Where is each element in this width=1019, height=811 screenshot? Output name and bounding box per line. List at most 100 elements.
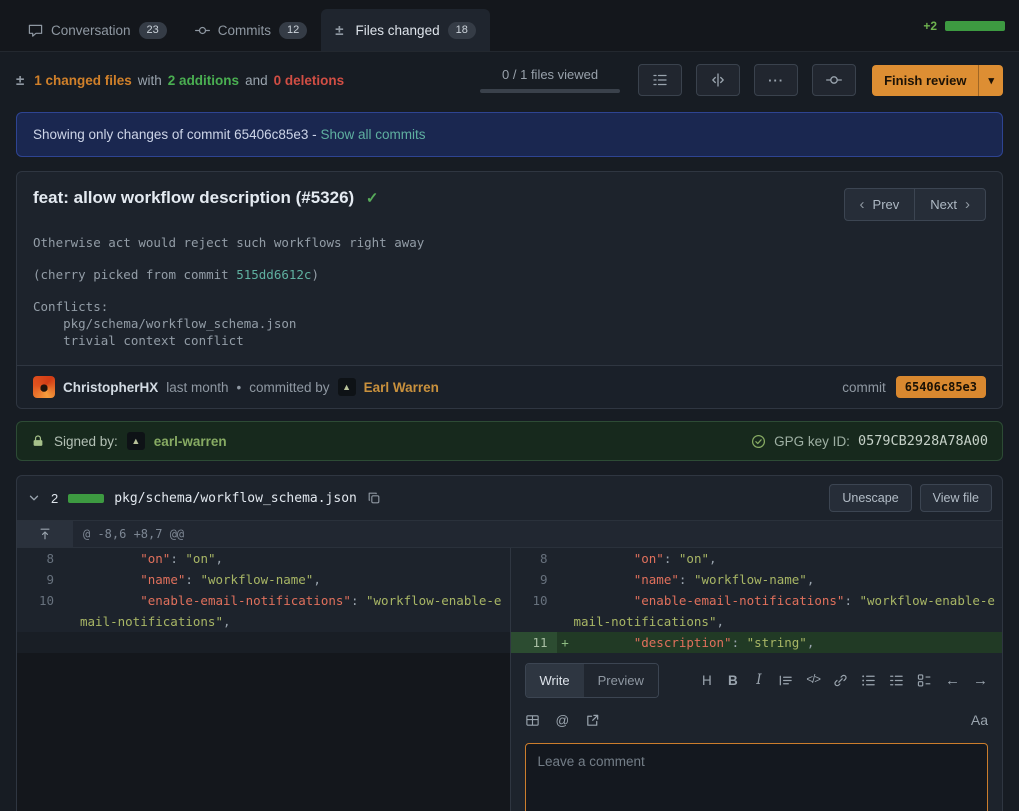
signer-avatar[interactable]: ▲ xyxy=(127,432,145,450)
tab-write[interactable]: Write xyxy=(526,664,584,697)
right-line-number[interactable]: 9 xyxy=(511,569,557,590)
diff-file-icon: ± xyxy=(335,22,343,39)
cherry-pick-line: (cherry picked from commit 515dd6612c) xyxy=(33,267,986,284)
added-sign: + xyxy=(557,632,574,653)
diff-bottom-row: Write Preview H B I </> xyxy=(17,653,1002,811)
table-icon[interactable] xyxy=(525,713,540,728)
tab-preview[interactable]: Preview xyxy=(584,664,658,697)
commit-sha-badge[interactable]: 65406c85e3 xyxy=(896,376,986,398)
changed-files-icon: ± xyxy=(16,72,24,89)
finish-review-label: Finish review xyxy=(872,65,978,96)
single-commit-banner: Showing only changes of commit 65406c85e… xyxy=(16,112,1003,157)
cherry-pick-hash-link[interactable]: 515dd6612c xyxy=(236,267,311,282)
mention-icon[interactable]: @ xyxy=(556,710,570,731)
tab-files-changed[interactable]: ± Files changed 18 xyxy=(321,9,490,51)
editor-toolbar: Write Preview H B I </> xyxy=(525,663,989,698)
reference-icon[interactable] xyxy=(585,713,600,728)
unescape-button[interactable]: Unescape xyxy=(829,484,911,512)
file-tree-toggle-button[interactable] xyxy=(638,64,682,96)
diff-file-box: 2 pkg/schema/workflow_schema.json Unesca… xyxy=(16,475,1003,811)
diff-right-cell: 10 "enable-email-notifications": "workfl… xyxy=(510,590,1003,632)
commit-ref-group: commit 65406c85e3 xyxy=(842,376,986,398)
next-label: Next xyxy=(930,197,957,212)
right-line-number[interactable]: 8 xyxy=(511,548,557,569)
expand-hunk-button[interactable] xyxy=(17,521,73,547)
hunk-header-text: @ -8,6 +8,7 @@ xyxy=(73,521,194,547)
finish-review-button[interactable]: Finish review ▾ xyxy=(872,65,1003,96)
view-file-button[interactable]: View file xyxy=(920,484,992,512)
changed-files-link[interactable]: 1 changed files xyxy=(34,73,132,88)
link-icon[interactable] xyxy=(833,673,848,688)
prev-commit-button[interactable]: ‹ Prev xyxy=(844,188,916,221)
diff-view-toggle-button[interactable] xyxy=(696,64,740,96)
file-action-buttons: Unescape View file xyxy=(829,484,992,512)
file-diff-stat-bar xyxy=(68,494,104,503)
committer-avatar[interactable]: ▲ xyxy=(338,378,356,396)
additions-text: 2 additions xyxy=(168,73,239,88)
files-viewed-label: 0 / 1 files viewed xyxy=(502,67,598,82)
bold-icon[interactable]: B xyxy=(726,670,739,691)
font-size-toggle[interactable]: Aa xyxy=(971,710,988,731)
right-line-number[interactable]: 10 xyxy=(511,590,557,632)
left-code-line: "enable-email-notifications": "workflow-… xyxy=(80,590,510,632)
author-name[interactable]: ChristopherHX xyxy=(63,380,158,395)
signer-name-link[interactable]: earl-warren xyxy=(154,434,227,449)
author-avatar[interactable] xyxy=(33,376,55,398)
next-commit-button[interactable]: Next › xyxy=(914,188,986,221)
left-line-number[interactable]: 9 xyxy=(17,569,63,590)
right-code-line: "name": "workflow-name", xyxy=(574,569,1003,590)
heading-icon[interactable]: H xyxy=(700,670,713,691)
pr-tab-bar: Conversation 23 Commits 12 ± Files chang… xyxy=(0,0,1019,52)
chevron-left-icon: ‹ xyxy=(860,196,865,213)
signed-by-label: Signed by: xyxy=(54,434,118,449)
dot-separator: • xyxy=(237,380,242,395)
task-list-icon[interactable] xyxy=(917,673,932,688)
commit-message-box: feat: allow workflow description (#5326)… xyxy=(16,171,1003,409)
diff-right-added-cell: 11 + "description": "string", xyxy=(510,632,1003,653)
left-line-number[interactable]: 10 xyxy=(17,590,63,632)
conversation-icon xyxy=(28,23,43,38)
ci-success-check-icon[interactable]: ✓ xyxy=(366,190,379,207)
conflicts-block: Conflicts: pkg/schema/workflow_schema.js… xyxy=(33,299,986,350)
cherry-pick-prefix: (cherry picked from commit xyxy=(33,267,236,282)
right-line-number[interactable]: 11 xyxy=(511,632,557,653)
conversation-count-badge: 23 xyxy=(139,22,167,39)
tab-files-changed-label: Files changed xyxy=(356,23,440,38)
commit-body-line: Otherwise act would reject such workflow… xyxy=(33,235,986,252)
bullet-list-icon[interactable] xyxy=(861,673,876,688)
arrow-right-icon[interactable]: → xyxy=(973,670,988,691)
added-code-line: "description": "string", xyxy=(574,632,1003,653)
left-code-line: "name": "workflow-name", xyxy=(80,569,510,590)
comment-input[interactable] xyxy=(525,743,989,811)
chevron-right-icon: › xyxy=(965,196,970,213)
left-line-number[interactable]: 8 xyxy=(17,548,63,569)
tab-commits[interactable]: Commits 12 xyxy=(181,9,322,51)
diff-stat-bar xyxy=(945,21,1005,31)
show-all-commits-link[interactable]: Show all commits xyxy=(320,127,425,142)
tab-conversation[interactable]: Conversation 23 xyxy=(14,9,181,51)
code-icon[interactable]: </> xyxy=(806,670,820,691)
gpg-key-id: 0579CB2928A78A00 xyxy=(858,433,988,449)
commit-message-body: Otherwise act would reject such workflow… xyxy=(17,233,1002,365)
ordered-list-icon[interactable] xyxy=(889,673,904,688)
diff-stats-summary: +2 xyxy=(923,19,1005,33)
copy-path-icon[interactable] xyxy=(367,491,381,505)
diff-right-cell: 9 "name": "workflow-name", xyxy=(510,569,1003,590)
commit-icon xyxy=(826,72,842,88)
tab-commits-label: Commits xyxy=(218,23,271,38)
italic-icon[interactable]: I xyxy=(752,670,765,691)
view-commit-button[interactable] xyxy=(812,64,856,96)
editor-tabs: Write Preview xyxy=(525,663,659,698)
committed-by-text: committed by xyxy=(249,380,329,395)
arrow-left-icon[interactable]: ← xyxy=(945,670,960,691)
committer-name[interactable]: Earl Warren xyxy=(364,380,439,395)
quote-icon[interactable] xyxy=(778,673,793,688)
collapse-file-button[interactable] xyxy=(27,491,41,505)
right-line-sign xyxy=(557,548,574,569)
left-line-sign xyxy=(63,569,80,590)
inline-comment-editor: Write Preview H B I </> xyxy=(510,653,1003,811)
diff-options-button[interactable]: ··· xyxy=(754,64,798,96)
file-name[interactable]: pkg/schema/workflow_schema.json xyxy=(114,491,357,506)
commit-label: commit xyxy=(842,380,886,395)
commit-header: feat: allow workflow description (#5326)… xyxy=(17,172,1002,233)
